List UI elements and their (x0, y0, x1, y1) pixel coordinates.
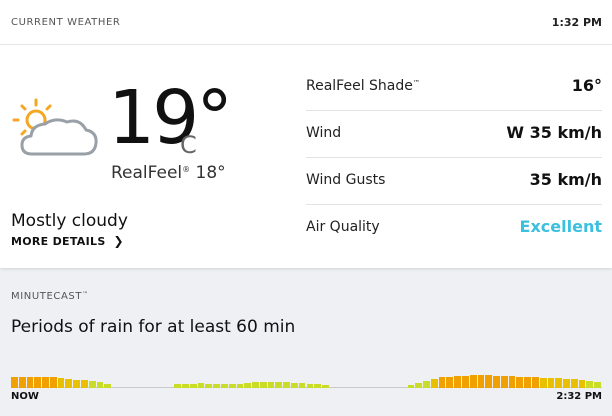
precip-bar (322, 385, 329, 388)
temperature: 19° (108, 75, 233, 161)
precip-bar (462, 376, 469, 388)
precip-bar (578, 380, 586, 388)
precip-bar (26, 377, 34, 388)
precip-bar (430, 379, 438, 388)
precip-bar (18, 377, 26, 388)
precip-bar (267, 382, 275, 388)
current-time: 1:32 PM (551, 16, 602, 29)
precip-bar (11, 377, 18, 388)
precip-bar (555, 378, 563, 388)
precip-bar (477, 375, 485, 388)
detail-row-realfeel-shade: RealFeel Shade™ 16° (306, 64, 602, 111)
more-details-link[interactable]: MORE DETAILS ❯ (11, 234, 124, 248)
precip-bar (508, 376, 516, 388)
precip-bar (563, 379, 570, 388)
precip-bar (423, 381, 430, 388)
precip-bar (516, 377, 524, 388)
precip-bar (415, 383, 423, 388)
precip-bar (570, 379, 578, 388)
precip-bar (446, 377, 454, 388)
precip-bar (306, 384, 314, 388)
precip-bar (197, 383, 205, 388)
precip-bar (42, 377, 49, 388)
precip-bar (290, 383, 298, 388)
more-details-label: MORE DETAILS (11, 235, 106, 248)
precip-bar (500, 376, 508, 388)
precip-bar (298, 383, 306, 388)
detail-row-air-quality: Air Quality Excellent (306, 205, 602, 251)
precip-bar (104, 384, 112, 388)
detail-label: Air Quality (306, 219, 380, 235)
precip-bar (220, 384, 228, 388)
detail-value: 16° (571, 76, 602, 95)
detail-label: Wind (306, 125, 342, 141)
precip-bar (252, 382, 259, 388)
precip-bar (314, 384, 322, 388)
precip-bar (49, 377, 57, 388)
precip-bar (88, 381, 96, 388)
detail-label: RealFeel Shade™ (306, 78, 420, 94)
precip-bar (34, 377, 42, 388)
precip-bar (259, 382, 267, 388)
precip-bar (586, 381, 594, 388)
precip-bar (244, 383, 252, 388)
realfeel-temperature: RealFeel® 18° (111, 163, 226, 183)
precip-bar (205, 384, 213, 388)
precip-bar (213, 384, 220, 388)
air-quality-value[interactable]: Excellent (520, 217, 602, 236)
current-weather-card[interactable]: CURRENT WEATHER 1:32 PM 19° C RealFeel® … (0, 0, 612, 268)
realfeel-value: 18° (195, 163, 226, 183)
precip-bar (80, 380, 88, 388)
minutecast-end-label: 2:32 PM (556, 391, 602, 402)
precip-bar (96, 382, 104, 388)
card-header: CURRENT WEATHER 1:32 PM (0, 0, 612, 45)
weather-phrase: Mostly cloudy (11, 211, 128, 231)
card-title: CURRENT WEATHER (11, 17, 121, 28)
precip-bar (236, 384, 244, 388)
precip-bar (438, 377, 446, 388)
precip-bar (454, 376, 462, 388)
minutecast-phrase: Periods of rain for at least 60 min (11, 317, 296, 337)
precip-bar (182, 384, 189, 388)
detail-value: W 35 km/h (506, 123, 602, 142)
detail-row-wind-gusts: Wind Gusts 35 km/h (306, 158, 602, 205)
realfeel-label: RealFeel (111, 163, 183, 183)
detail-label: Wind Gusts (306, 172, 386, 188)
detail-value: 35 km/h (529, 170, 602, 189)
precip-bar (469, 375, 477, 388)
weather-details: RealFeel Shade™ 16° Wind W 35 km/h Wind … (306, 64, 602, 251)
precip-bar (189, 384, 197, 388)
precip-bar (407, 385, 415, 388)
chevron-right-icon: ❯ (113, 234, 124, 248)
precip-bar (57, 378, 65, 388)
precip-bar (539, 378, 547, 388)
minutecast-start-label: NOW (11, 391, 39, 402)
precip-bar (594, 382, 601, 388)
temperature-unit: C (180, 131, 197, 159)
minutecast-precip-bars[interactable] (11, 368, 602, 388)
precip-bar (493, 376, 500, 388)
precip-bar (275, 382, 283, 388)
partly-cloudy-icon (10, 96, 102, 166)
precip-bar (547, 378, 555, 388)
precip-bar (524, 377, 531, 388)
registered-mark: ® (182, 165, 191, 174)
precip-bar (485, 375, 493, 388)
detail-row-wind: Wind W 35 km/h (306, 111, 602, 158)
minutecast-title: MINUTECAST™ (11, 291, 89, 302)
precip-bar (73, 380, 80, 388)
precip-bar (228, 384, 236, 388)
precip-bar (65, 379, 73, 388)
precip-bar (283, 382, 290, 388)
precip-bar (532, 377, 539, 388)
precip-bar (174, 384, 182, 388)
